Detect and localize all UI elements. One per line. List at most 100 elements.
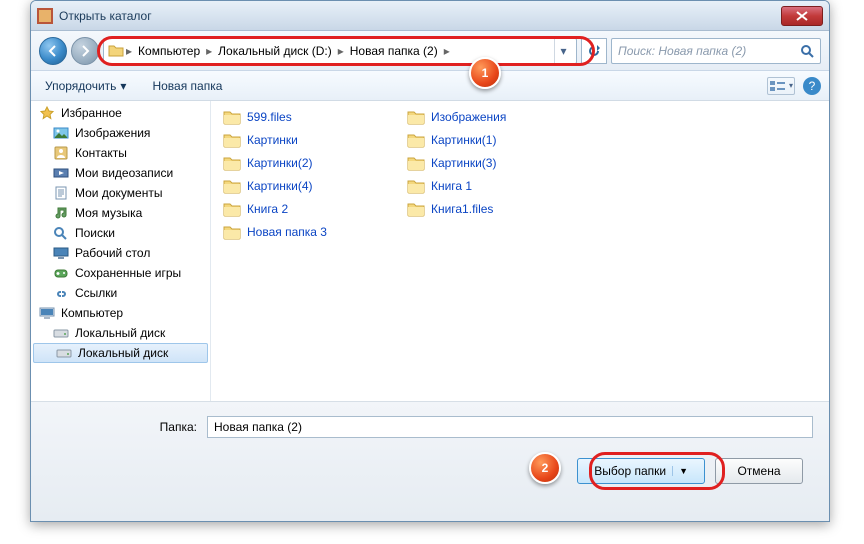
- drive-icon: [53, 326, 69, 340]
- links-icon: [53, 286, 69, 300]
- folder-icon: [223, 201, 241, 217]
- sidebar-item[interactable]: Моя музыка: [31, 203, 210, 223]
- folder-icon: [407, 132, 425, 148]
- view-icon: [769, 80, 787, 92]
- sidebar-item[interactable]: Мои документы: [31, 183, 210, 203]
- chevron-right-icon: ▸: [126, 44, 132, 58]
- sidebar-item[interactable]: Ссылки: [31, 283, 210, 303]
- sidebar-item[interactable]: Избранное: [31, 103, 210, 123]
- folder-item[interactable]: Картинки(3): [407, 153, 506, 173]
- folder-icon: [223, 155, 241, 171]
- sidebar-item-label: Поиски: [75, 226, 115, 240]
- chevron-right-icon: ▸: [338, 44, 344, 58]
- folder-icon: [407, 155, 425, 171]
- folder-label: Картинки(1): [431, 133, 497, 147]
- sidebar-item-label: Компьютер: [61, 306, 123, 320]
- sidebar-item[interactable]: Контакты: [31, 143, 210, 163]
- search-placeholder: Поиск: Новая папка (2): [618, 44, 746, 58]
- sidebar-item-label: Избранное: [61, 106, 122, 120]
- select-folder-button[interactable]: Выбор папки ▼: [577, 458, 705, 484]
- close-button[interactable]: [781, 6, 823, 26]
- folder-item[interactable]: Книга 2: [223, 199, 327, 219]
- sidebar-item[interactable]: Мои видеозаписи: [31, 163, 210, 183]
- folder-item[interactable]: Книга 1: [407, 176, 506, 196]
- open-folder-dialog: Открыть каталог ▸ Компьютер ▸ Локальный …: [30, 0, 830, 522]
- sidebar-item[interactable]: Поиски: [31, 223, 210, 243]
- sidebar-item[interactable]: Локальный диск: [33, 343, 208, 363]
- folder-name-input[interactable]: [207, 416, 813, 438]
- sidebar-item-label: Локальный диск: [78, 346, 168, 360]
- chevron-down-icon: ▼: [672, 466, 688, 476]
- sidebar-item-label: Сохраненные игры: [75, 266, 181, 280]
- folder-item[interactable]: Книга1.files: [407, 199, 506, 219]
- chevron-down-icon: ▾: [789, 81, 793, 90]
- new-folder-button[interactable]: Новая папка: [146, 76, 228, 96]
- folder-item[interactable]: Картинки(4): [223, 176, 327, 196]
- drive-icon: [56, 346, 72, 360]
- docs-icon: [53, 186, 69, 200]
- folder-icon: [223, 109, 241, 125]
- back-button[interactable]: [39, 37, 67, 65]
- view-options-button[interactable]: ▾: [767, 77, 795, 95]
- games-icon: [53, 266, 69, 280]
- search-input[interactable]: Поиск: Новая папка (2): [611, 38, 821, 64]
- folder-item[interactable]: 599.files: [223, 107, 327, 127]
- sidebar-item[interactable]: Компьютер: [31, 303, 210, 323]
- sidebar-item-label: Рабочий стол: [75, 246, 150, 260]
- titlebar: Открыть каталог: [31, 1, 829, 31]
- sidebar-item[interactable]: Сохраненные игры: [31, 263, 210, 283]
- arrow-left-icon: [47, 45, 59, 57]
- app-icon: [37, 8, 53, 24]
- sidebar-item-label: Контакты: [75, 146, 127, 160]
- refresh-icon: [587, 44, 601, 58]
- folder-item[interactable]: Новая папка 3: [223, 222, 327, 242]
- folder-label: 599.files: [247, 110, 292, 124]
- breadcrumb-dropdown[interactable]: ▾: [554, 39, 572, 63]
- folder-icon: [108, 43, 124, 59]
- organize-button[interactable]: Упорядочить ▾: [39, 76, 132, 96]
- folder-item[interactable]: Картинки(2): [223, 153, 327, 173]
- star-icon: [39, 106, 55, 120]
- folder-label: Книга1.files: [431, 202, 493, 216]
- folder-item[interactable]: Картинки(1): [407, 130, 506, 150]
- folder-icon: [407, 109, 425, 125]
- folder-icon: [223, 224, 241, 240]
- folder-label: Картинки: [247, 133, 298, 147]
- folder-item[interactable]: Изображения: [407, 107, 506, 127]
- breadcrumb-segment[interactable]: Локальный диск (D:): [214, 40, 336, 62]
- music-icon: [53, 206, 69, 220]
- cancel-button[interactable]: Отмена: [715, 458, 803, 484]
- chevron-right-icon: ▸: [206, 44, 212, 58]
- help-button[interactable]: ?: [803, 77, 821, 95]
- folder-label: Картинки(2): [247, 156, 313, 170]
- navigation-sidebar[interactable]: Избранное Изображения Контакты Мои видеозап…: [31, 101, 211, 401]
- question-icon: ?: [809, 79, 816, 93]
- video-icon: [53, 166, 69, 180]
- folder-item[interactable]: Картинки: [223, 130, 327, 150]
- breadcrumb-segment[interactable]: Новая папка (2): [346, 40, 442, 62]
- computer-icon: [39, 306, 55, 320]
- sidebar-item-label: Ссылки: [75, 286, 117, 300]
- sidebar-item[interactable]: Рабочий стол: [31, 243, 210, 263]
- pic-icon: [53, 126, 69, 140]
- sidebar-item-label: Локальный диск: [75, 326, 165, 340]
- sidebar-item[interactable]: Локальный диск: [31, 323, 210, 343]
- folder-label: Новая папка 3: [247, 225, 327, 239]
- refresh-button[interactable]: [581, 38, 607, 64]
- dialog-footer: Папка: Выбор папки ▼ Отмена 2: [31, 401, 829, 521]
- arrow-right-icon: [79, 45, 91, 57]
- breadcrumb[interactable]: ▸ Компьютер ▸ Локальный диск (D:) ▸ Нова…: [103, 38, 577, 64]
- forward-button[interactable]: [71, 37, 99, 65]
- folder-content[interactable]: 599.files Картинки Картинки(2) Картинки(4) К…: [211, 101, 829, 401]
- folder-icon: [223, 132, 241, 148]
- command-toolbar: Упорядочить ▾ Новая папка ▾ ?: [31, 71, 829, 101]
- sidebar-item[interactable]: Изображения: [31, 123, 210, 143]
- folder-icon: [407, 178, 425, 194]
- window-title: Открыть каталог: [59, 9, 152, 23]
- chevron-down-icon: ▾: [120, 79, 126, 93]
- sidebar-item-label: Моя музыка: [75, 206, 142, 220]
- folder-icon: [407, 201, 425, 217]
- folder-label: Картинки(4): [247, 179, 313, 193]
- breadcrumb-segment[interactable]: Компьютер: [134, 40, 204, 62]
- folder-label: Книга 2: [247, 202, 288, 216]
